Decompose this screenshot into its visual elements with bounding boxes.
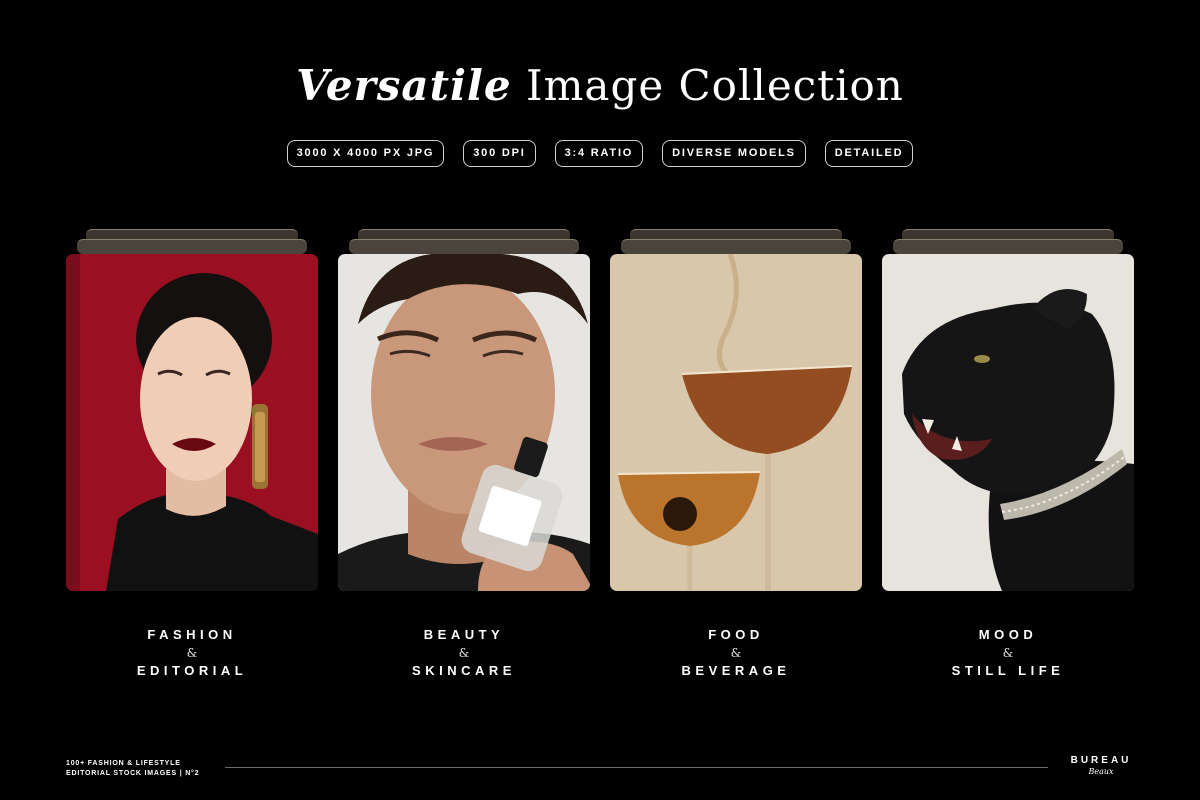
category-title: MOOD (978, 627, 1038, 642)
card-stack-middle (349, 239, 579, 254)
mood-photo[interactable] (882, 254, 1134, 591)
card-stack-middle (77, 239, 307, 254)
category-food: FOOD & BEVERAGE (610, 626, 862, 680)
spec-badges: 3000 X 4000 PX JPG 300 DPI 3:4 RATIO DIV… (0, 140, 1200, 167)
category-subtitle: BEVERAGE (681, 663, 791, 678)
brand-name: BUREAU (1070, 755, 1132, 766)
category-subtitle: STILL LIFE (951, 663, 1065, 678)
category-amp: & (458, 646, 470, 660)
footer-line-1: 100+ FASHION & LIFESTYLE (66, 760, 181, 767)
category-beauty: BEAUTY & SKINCARE (338, 626, 590, 680)
card-beauty[interactable] (338, 229, 590, 591)
badge-ratio: 3:4 RATIO (554, 140, 644, 167)
brand-logo: BUREAU Beaux (1058, 754, 1144, 777)
badge-detailed: DETAILED (824, 140, 914, 167)
category-subtitle: EDITORIAL (136, 663, 248, 678)
category-subtitle: SKINCARE (412, 663, 516, 678)
page-title: Versatile Image Collection (0, 58, 1200, 114)
badge-dpi: 300 DPI (463, 140, 536, 167)
category-title: FASHION (147, 627, 237, 642)
footer-line-2: EDITORIAL STOCK IMAGES | N°2 (66, 770, 200, 777)
title-emphasis: Versatile (296, 61, 512, 110)
category-title: BEAUTY (423, 627, 505, 642)
badge-models: DIVERSE MODELS (662, 140, 806, 167)
card-mood[interactable] (882, 229, 1134, 591)
footer-divider (225, 767, 1048, 768)
category-amp: & (730, 646, 742, 660)
card-stack-middle (621, 239, 851, 254)
card-food[interactable] (610, 229, 862, 591)
category-amp: & (186, 646, 198, 660)
category-amp: & (1002, 646, 1014, 660)
category-fashion: FASHION & EDITORIAL (66, 626, 318, 680)
food-photo[interactable] (610, 254, 862, 591)
image-cards (66, 229, 1134, 591)
beauty-photo[interactable] (338, 254, 590, 591)
brand-subtitle: Beaux (1088, 767, 1114, 776)
card-fashion[interactable] (66, 229, 318, 591)
footer-caption: 100+ FASHION & LIFESTYLE EDITORIAL STOCK… (66, 759, 199, 779)
category-title: FOOD (708, 627, 764, 642)
category-mood: MOOD & STILL LIFE (882, 626, 1134, 680)
badge-resolution: 3000 X 4000 PX JPG (286, 140, 445, 167)
fashion-photo[interactable] (66, 254, 318, 591)
title-rest: Image Collection (525, 61, 904, 110)
card-stack-middle (893, 239, 1123, 254)
